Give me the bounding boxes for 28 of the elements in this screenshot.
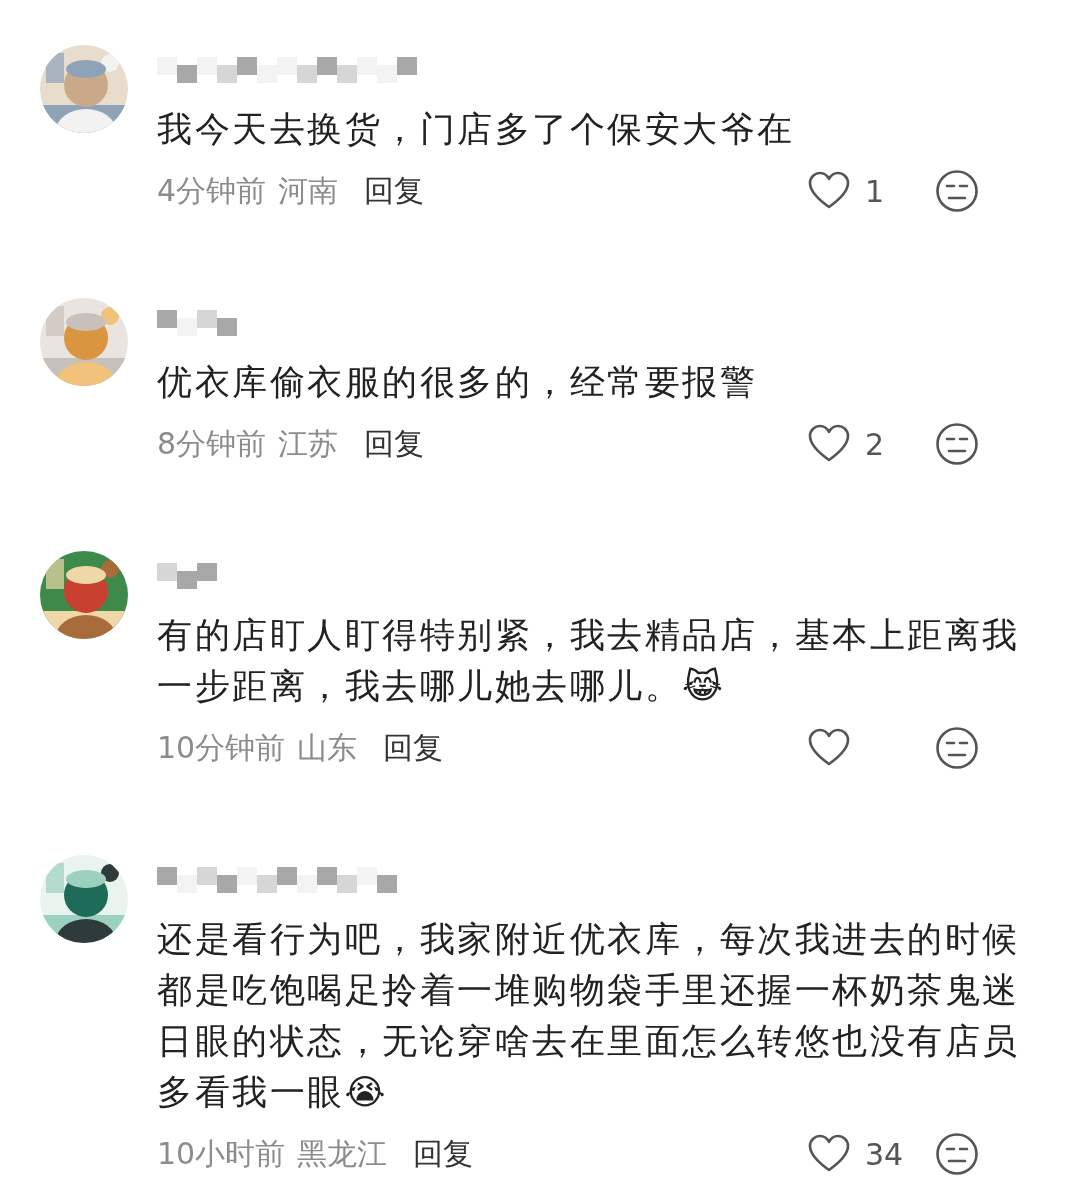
comment-text: 还是看行为吧，我家附近优衣库，每次我进去的时候都是吃饱喝足拎着一堆购物袋手里还握一杯奶茶鬼迷日眼的状态，无论穿啥去在里面怎么转悠也没有店员多看我一眼😭 <box>157 919 1020 1112</box>
heart-icon[interactable] <box>807 424 851 464</box>
reply-link[interactable]: 回复 <box>364 423 425 465</box>
heart-icon[interactable] <box>807 171 851 211</box>
heart-icon[interactable] <box>807 728 851 768</box>
comment-text: 优衣库偷衣服的很多的，经常要报警 <box>157 362 757 402</box>
comment-text: 有的店盯人盯得特别紧，我去精品店，基本上距离我一步距离，我去哪儿她去哪儿。😹 <box>157 615 1020 706</box>
like-count: 1 <box>865 173 885 209</box>
comment-location: 河南 <box>278 171 339 210</box>
comment-time: 8分钟前 <box>157 424 267 463</box>
comment-time: 10小时前 <box>157 1134 286 1173</box>
like-count: 2 <box>865 426 885 462</box>
neutral-face-icon[interactable] <box>935 422 979 466</box>
comment-location: 黑龙江 <box>297 1134 388 1173</box>
heart-icon[interactable] <box>807 1134 851 1174</box>
comment-location: 山东 <box>297 728 358 767</box>
reply-link[interactable]: 回复 <box>383 727 444 769</box>
reply-link[interactable]: 回复 <box>413 1133 474 1175</box>
neutral-face-icon[interactable] <box>935 726 979 770</box>
comment-location: 江苏 <box>278 424 339 463</box>
neutral-face-icon[interactable] <box>935 169 979 213</box>
reply-link[interactable]: 回复 <box>364 170 425 212</box>
pixelated-name <box>157 563 217 589</box>
comment-text: 我今天去换货，门店多了个保安大爷在 <box>157 109 795 149</box>
comment-time: 10分钟前 <box>157 728 286 767</box>
like-count: 34 <box>865 1136 904 1172</box>
comment-time: 4分钟前 <box>157 171 267 210</box>
neutral-face-icon[interactable] <box>935 1132 979 1176</box>
